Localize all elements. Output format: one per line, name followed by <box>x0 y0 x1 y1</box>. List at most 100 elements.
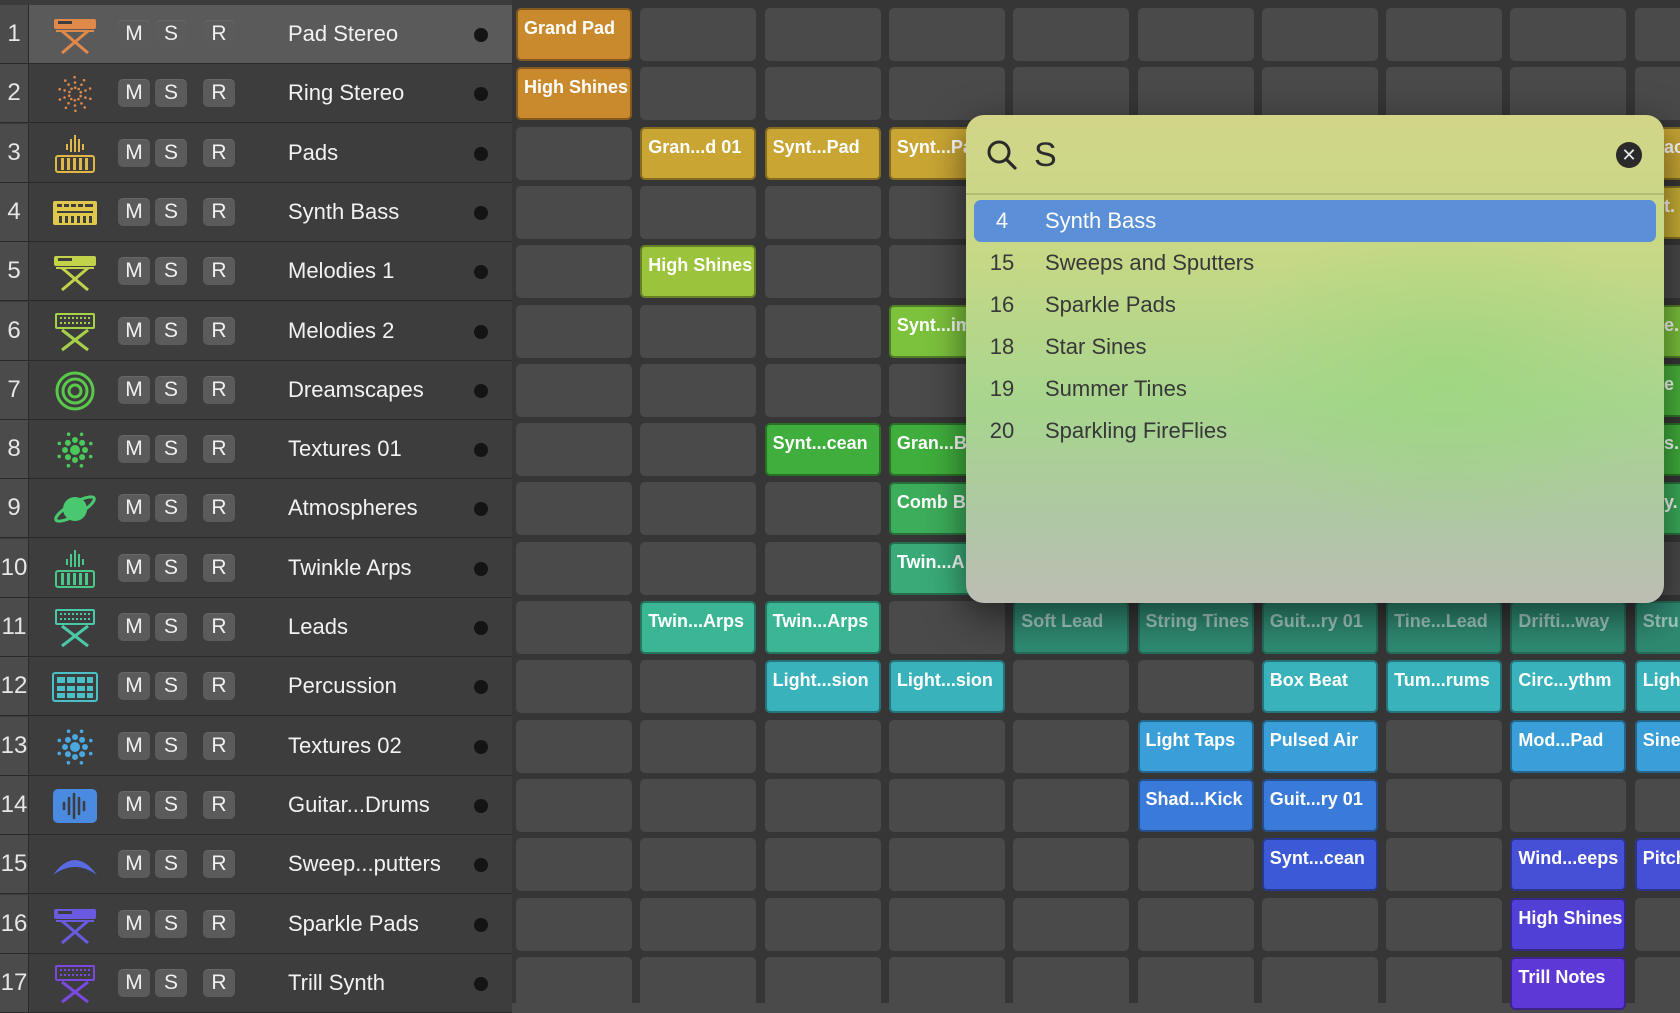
mute-button[interactable]: M <box>118 316 150 345</box>
empty-clip-slot[interactable] <box>516 719 632 773</box>
search-input[interactable] <box>1032 129 1576 181</box>
clip[interactable]: Sine... <box>1634 719 1680 773</box>
mute-button[interactable]: M <box>118 672 150 701</box>
track-row[interactable]: 16 M S R Sparkle Pads <box>0 894 512 954</box>
empty-clip-slot[interactable] <box>516 956 632 1010</box>
empty-clip-slot[interactable] <box>1634 67 1680 121</box>
track-row[interactable]: 14 M S R Guitar...Drums <box>0 775 512 835</box>
track-row[interactable]: 6 M S R Melodies 2 <box>0 301 512 361</box>
empty-clip-slot[interactable] <box>1013 897 1130 951</box>
empty-clip-slot[interactable] <box>1137 956 1254 1010</box>
mute-button[interactable]: M <box>118 613 150 641</box>
clip[interactable]: Soft Lead <box>1013 601 1130 654</box>
empty-clip-slot[interactable] <box>516 838 632 892</box>
solo-button[interactable]: S <box>155 553 187 582</box>
empty-clip-slot[interactable] <box>640 67 757 121</box>
clip[interactable]: Synt...Pad <box>764 126 881 180</box>
track-row[interactable]: 13 M S R Textures 02 <box>0 716 512 776</box>
solo-button[interactable]: S <box>155 435 187 464</box>
empty-clip-slot[interactable] <box>516 601 632 654</box>
mute-button[interactable]: M <box>118 257 150 286</box>
search-result-item[interactable]: 20 Sparkling FireFlies <box>974 410 1656 452</box>
search-result-item[interactable]: 4 Synth Bass <box>974 200 1656 242</box>
record-enable-button[interactable]: R <box>203 20 235 48</box>
empty-clip-slot[interactable] <box>888 601 1005 654</box>
empty-clip-slot[interactable] <box>888 897 1005 951</box>
clip[interactable]: Shad...Kick <box>1137 778 1254 832</box>
solo-button[interactable]: S <box>155 257 187 286</box>
empty-clip-slot[interactable] <box>888 956 1005 1010</box>
solo-button[interactable]: S <box>155 138 187 167</box>
empty-clip-slot[interactable] <box>888 719 1005 773</box>
empty-clip-slot[interactable] <box>1261 956 1378 1010</box>
empty-clip-slot[interactable] <box>1386 8 1503 61</box>
empty-clip-slot[interactable] <box>1137 8 1254 61</box>
mute-button[interactable]: M <box>118 968 150 997</box>
empty-clip-slot[interactable] <box>888 8 1005 61</box>
clip[interactable]: Grand Pad <box>516 8 632 61</box>
empty-clip-slot[interactable] <box>764 363 881 417</box>
solo-button[interactable]: S <box>155 20 187 48</box>
empty-clip-slot[interactable] <box>640 660 757 714</box>
empty-clip-slot[interactable] <box>1386 778 1503 832</box>
clip[interactable]: String Tines <box>1137 601 1254 654</box>
track-row[interactable]: 15 M S R Sweep...putters <box>0 835 512 895</box>
empty-clip-slot[interactable] <box>1137 897 1254 951</box>
track-row[interactable]: 11 M S R Leads <box>0 598 512 657</box>
mute-button[interactable]: M <box>118 435 150 464</box>
empty-clip-slot[interactable] <box>640 482 757 536</box>
track-row[interactable]: 5 M S R Melodies 1 <box>0 242 512 302</box>
clip[interactable]: Light...sion <box>764 660 881 714</box>
empty-clip-slot[interactable] <box>640 8 757 61</box>
track-row[interactable]: 9 M S R Atmospheres <box>0 479 512 539</box>
record-enable-button[interactable]: R <box>203 613 235 641</box>
solo-button[interactable]: S <box>155 79 187 108</box>
solo-button[interactable]: S <box>155 790 187 819</box>
track-row[interactable]: 1 M S R Pad Stereo <box>0 5 512 64</box>
clip[interactable]: Twin...Arps <box>764 601 881 654</box>
clip[interactable]: Pulsed Air <box>1261 719 1378 773</box>
empty-clip-slot[interactable] <box>1634 8 1680 61</box>
track-row[interactable]: 17 M S R Trill Synth <box>0 953 512 1013</box>
clip[interactable]: Light Taps <box>1137 719 1254 773</box>
search-result-item[interactable]: 19 Summer Tines <box>974 368 1656 410</box>
clip[interactable]: Mod...Pad <box>1510 719 1627 773</box>
empty-clip-slot[interactable] <box>1261 897 1378 951</box>
solo-button[interactable]: S <box>155 494 187 523</box>
empty-clip-slot[interactable] <box>764 245 881 299</box>
record-enable-button[interactable]: R <box>203 790 235 819</box>
record-enable-button[interactable]: R <box>203 257 235 286</box>
mute-button[interactable]: M <box>118 790 150 819</box>
record-enable-button[interactable]: R <box>203 197 235 226</box>
mute-button[interactable]: M <box>118 197 150 226</box>
clip[interactable]: Guit...ry 01 <box>1261 601 1378 654</box>
empty-clip-slot[interactable] <box>640 897 757 951</box>
track-row[interactable]: 4 M S R Synth Bass <box>0 182 512 242</box>
mute-button[interactable]: M <box>118 553 150 582</box>
empty-clip-slot[interactable] <box>764 482 881 536</box>
empty-clip-slot[interactable] <box>764 719 881 773</box>
empty-clip-slot[interactable] <box>1386 897 1503 951</box>
record-enable-button[interactable]: R <box>203 553 235 582</box>
empty-clip-slot[interactable] <box>888 838 1005 892</box>
solo-button[interactable]: S <box>155 909 187 938</box>
empty-clip-slot[interactable] <box>764 67 881 121</box>
empty-clip-slot[interactable] <box>1013 660 1130 714</box>
search-result-item[interactable]: 15 Sweeps and Sputters <box>974 242 1656 284</box>
empty-clip-slot[interactable] <box>1137 838 1254 892</box>
record-enable-button[interactable]: R <box>203 435 235 464</box>
empty-clip-slot[interactable] <box>1386 956 1503 1010</box>
empty-clip-slot[interactable] <box>1137 67 1254 121</box>
empty-clip-slot[interactable] <box>516 660 632 714</box>
solo-button[interactable]: S <box>155 375 187 404</box>
empty-clip-slot[interactable] <box>1013 778 1130 832</box>
clear-search-button[interactable]: ✕ <box>1616 142 1642 168</box>
clip[interactable]: Synt...cean <box>1261 838 1378 892</box>
empty-clip-slot[interactable] <box>516 897 632 951</box>
track-row[interactable]: 3 M S R Pads <box>0 123 512 183</box>
clip[interactable]: Twin...Arps <box>640 601 757 654</box>
record-enable-button[interactable]: R <box>203 375 235 404</box>
empty-clip-slot[interactable] <box>764 838 881 892</box>
solo-button[interactable]: S <box>155 316 187 345</box>
empty-clip-slot[interactable] <box>516 304 632 358</box>
